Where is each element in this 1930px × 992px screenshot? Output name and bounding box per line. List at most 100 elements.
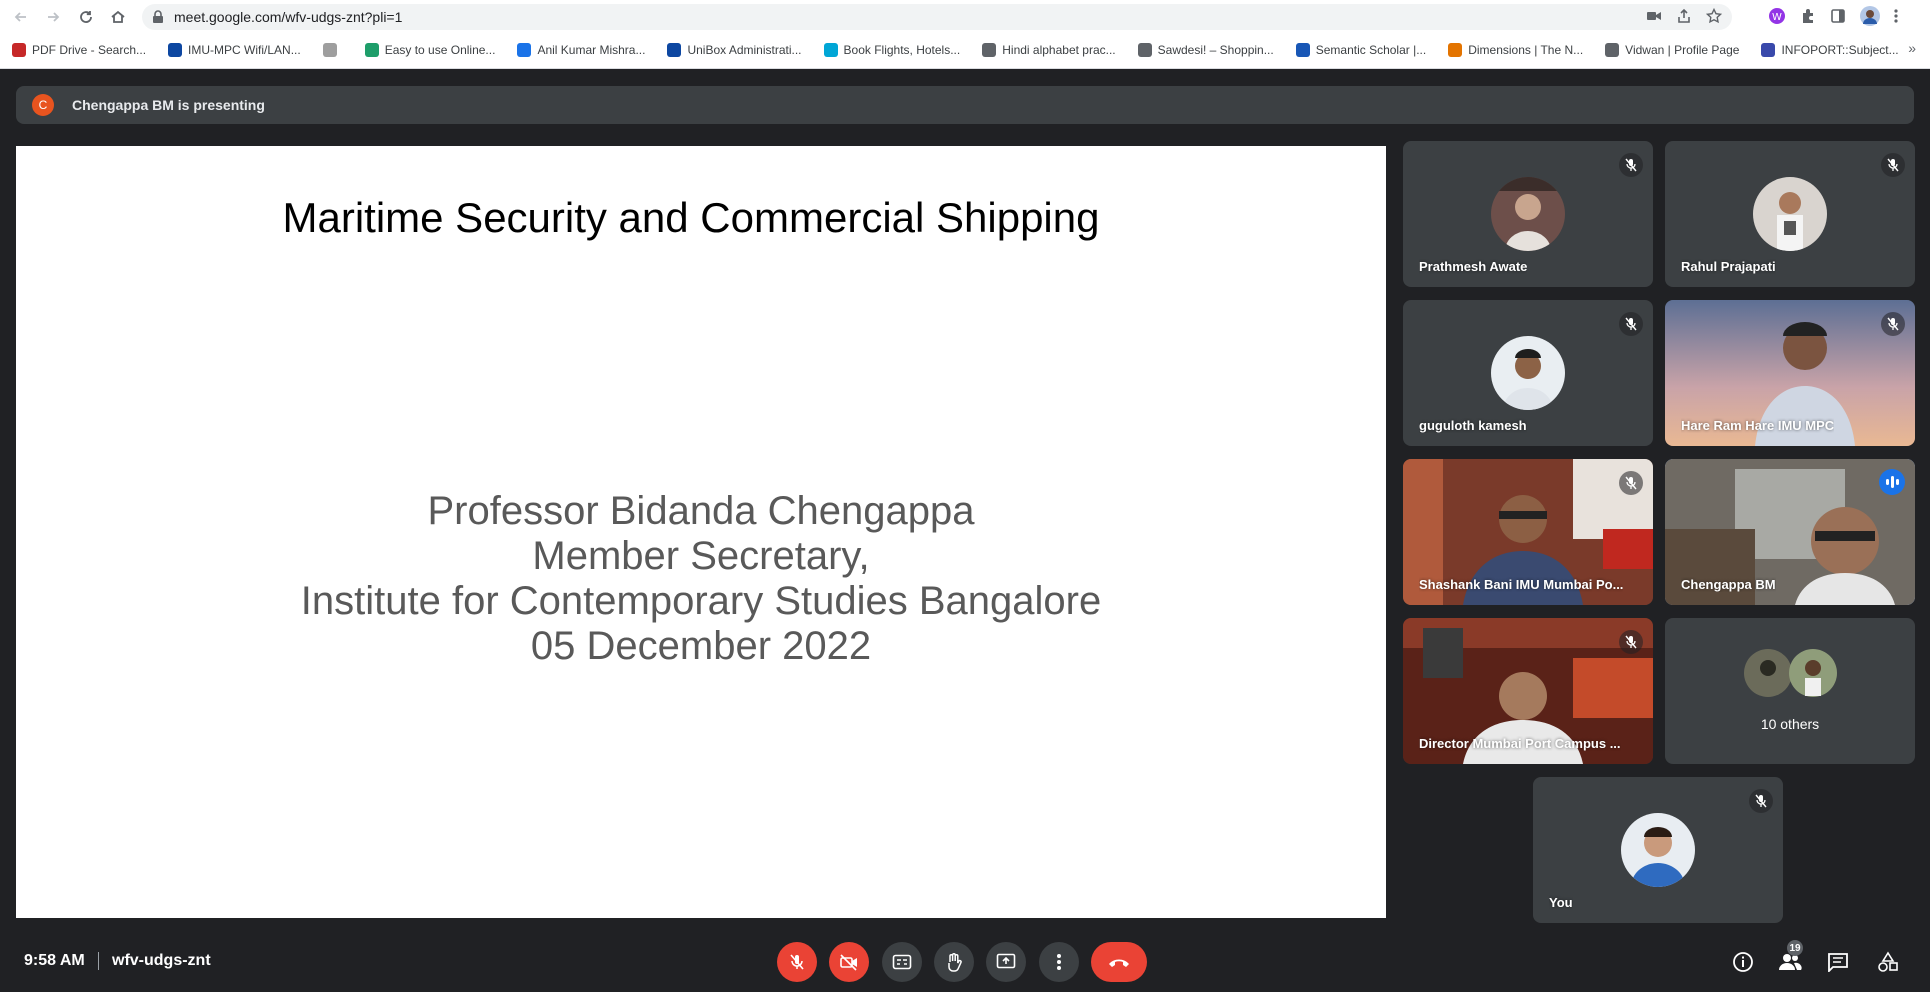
participant-video-tile-active[interactable]: Chengappa BM [1665, 459, 1915, 605]
bookmark-label: PDF Drive - Search... [32, 43, 147, 57]
more-vertical-icon[interactable] [1894, 8, 1898, 29]
hand-icon [948, 953, 962, 972]
bookmark-label: Dimensions | The N... [1468, 43, 1584, 57]
mic-off-icon [1619, 312, 1643, 336]
meeting-details-button[interactable] [1728, 948, 1758, 976]
bookmark-favicon-icon [517, 43, 532, 57]
home-icon [111, 10, 125, 23]
participant-tile[interactable]: guguloth kamesh [1403, 300, 1653, 446]
mic-off-icon [1749, 789, 1773, 813]
leave-call-button[interactable] [1091, 942, 1147, 982]
home-button[interactable] [107, 6, 129, 28]
lock-icon [152, 10, 164, 29]
bookmark-label: INFOPORT::Subject... [1781, 43, 1899, 57]
forward-button[interactable] [42, 6, 64, 28]
mic-off-icon [1619, 153, 1643, 177]
bookmark-label: Sawdesi! – Shoppin... [1157, 43, 1274, 57]
avatar [1491, 177, 1565, 251]
bookmark-item[interactable]: Book Flights, Hotels... [823, 43, 960, 57]
others-count: 10 others [1760, 716, 1820, 732]
bookmark-item[interactable]: IMU-MPC Wifi/LAN... [168, 43, 301, 57]
bookmark-favicon-icon [1137, 43, 1152, 57]
bookmark-item[interactable]: Semantic Scholar |... [1295, 43, 1427, 57]
hang-up-icon [1109, 959, 1129, 967]
bookmark-label: Hindi alphabet prac... [1002, 43, 1116, 57]
puzzle-icon[interactable] [1800, 8, 1816, 29]
bookmark-item[interactable]: Hindi alphabet prac... [982, 43, 1116, 57]
mic-off-icon [1881, 312, 1905, 336]
closed-captions-icon [892, 954, 912, 970]
presenting-text: Chengappa BM is presenting [72, 97, 265, 113]
bookmark-label: Semantic Scholar |... [1315, 43, 1427, 57]
slide-title: Maritime Security and Commercial Shippin… [282, 194, 1100, 241]
mic-off-icon [1619, 630, 1643, 654]
bookmark-label: Vidwan | Profile Page [1625, 43, 1740, 57]
bookmark-item[interactable]: Dimensions | The N... [1448, 43, 1583, 57]
participant-name: Hare Ram Hare IMU MPC [1681, 418, 1835, 433]
side-panel-icon[interactable] [1830, 8, 1846, 29]
participant-name: Rahul Prajapati [1681, 259, 1776, 274]
participant-tile[interactable]: Prathmesh Awate [1403, 141, 1653, 287]
star-icon[interactable] [1705, 7, 1723, 29]
share-icon[interactable] [1676, 8, 1692, 29]
slide-line: 05 December 2022 [530, 624, 872, 668]
bookmark-item[interactable]: INFOPORT::Subject... [1761, 43, 1899, 57]
bookmark-item[interactable]: PDF Drive - Search... [12, 43, 146, 57]
extension-w-icon[interactable]: W [1768, 7, 1786, 30]
participant-video-tile[interactable]: Shashank Bani IMU Mumbai Po... [1403, 459, 1653, 605]
mic-off-icon [1881, 153, 1905, 177]
bookmark-favicon-icon [1295, 43, 1310, 57]
camera-icon[interactable] [1646, 8, 1662, 29]
people-button[interactable]: 19 [1775, 940, 1805, 976]
profile-avatar[interactable] [1860, 6, 1880, 31]
bookmark-favicon-icon [12, 43, 26, 57]
bookmark-label: Easy to use Online... [384, 43, 496, 57]
activities-shapes-icon [1878, 951, 1898, 972]
bookmark-item[interactable]: Easy to use Online... [364, 43, 496, 57]
meeting-code: wfv-udgs-znt [112, 952, 211, 969]
participant-video-tile[interactable]: Director Mumbai Port Campus ... [1403, 618, 1653, 764]
speaking-indicator-icon [1879, 469, 1905, 495]
bookmark-item[interactable]: Vidwan | Profile Page [1605, 43, 1739, 57]
bookmark-favicon-icon [322, 43, 337, 57]
activities-button[interactable] [1873, 948, 1903, 976]
mic-toggle-button[interactable] [777, 942, 817, 982]
bookmark-label: Anil Kumar Mishra... [537, 43, 646, 57]
captions-button[interactable] [882, 942, 922, 982]
present-screen-button[interactable] [986, 942, 1026, 982]
participant-name: Shashank Bani IMU Mumbai Po... [1419, 577, 1624, 592]
participant-tile[interactable]: Rahul Prajapati [1665, 141, 1915, 287]
more-options-button[interactable] [1039, 942, 1079, 982]
bookmark-item[interactable]: Anil Kumar Mishra... [517, 43, 645, 57]
participant-name: guguloth kamesh [1419, 418, 1527, 433]
bookmark-favicon-icon [168, 43, 183, 57]
participant-name: Chengappa BM [1681, 577, 1776, 592]
presenter-avatar: C [32, 94, 54, 116]
camera-toggle-button[interactable] [829, 942, 869, 982]
others-tile[interactable]: 10 others [1665, 618, 1915, 764]
bookmark-favicon-icon [823, 43, 838, 57]
chevron-right-icon[interactable]: » [1908, 40, 1916, 56]
raise-hand-button[interactable] [934, 942, 974, 982]
bookmark-favicon-icon [1761, 43, 1776, 57]
mic-off-icon [1619, 471, 1643, 495]
avatar [1621, 813, 1695, 887]
bookmark-item[interactable] [322, 43, 343, 57]
slide-line: Institute for Contemporary Studies Banga… [300, 579, 1102, 623]
back-button[interactable] [10, 6, 32, 28]
present-screen-icon [996, 953, 1016, 969]
participant-video-tile[interactable]: Hare Ram Hare IMU MPC [1665, 300, 1915, 446]
browser-toolbar: meet.google.com/wfv-udgs-znt?pli=1 W [0, 0, 1930, 34]
chat-button[interactable] [1823, 948, 1853, 976]
bookmark-item[interactable]: Sawdesi! – Shoppin... [1137, 43, 1274, 57]
slide-line: Professor Bidanda Chengappa [427, 489, 975, 533]
bookmark-item[interactable]: UniBox Administrati... [667, 43, 802, 57]
address-bar[interactable]: meet.google.com/wfv-udgs-znt?pli=1 [142, 4, 1732, 30]
avatar [1491, 336, 1565, 410]
meeting-controls-bar: 9:58 AM wfv-udgs-znt 19 [0, 930, 1930, 992]
camera-off-icon [840, 954, 857, 971]
reload-button[interactable] [75, 6, 97, 28]
bookmark-favicon-icon [364, 43, 379, 57]
self-tile[interactable]: You [1533, 777, 1783, 923]
participant-count-badge: 19 [1787, 940, 1803, 956]
